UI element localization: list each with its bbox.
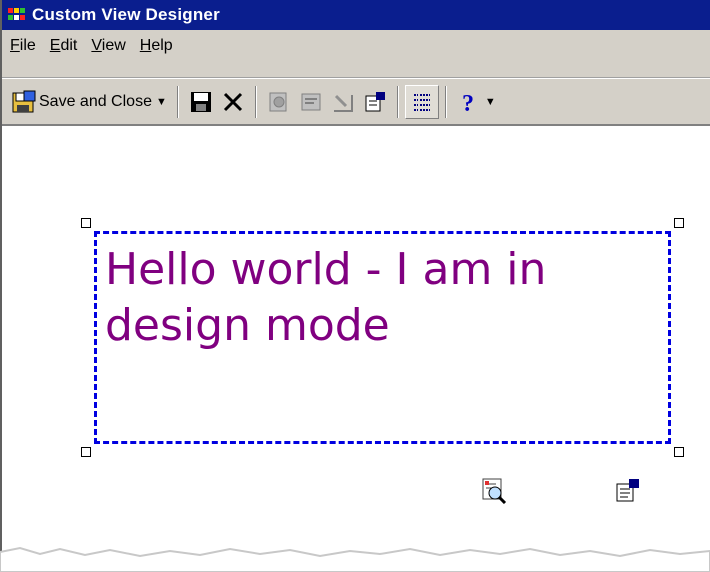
- save-and-close-button[interactable]: Save and Close ▼: [8, 85, 171, 119]
- properties-icon[interactable]: [614, 476, 639, 502]
- menu-bar: File Edit View Help: [2, 30, 710, 78]
- preview-button[interactable]: [263, 85, 295, 119]
- view-selector-button[interactable]: [295, 85, 327, 119]
- toolbar: Save and Close ▼ ? ▼: [2, 78, 710, 126]
- toolbar-separator: [176, 85, 179, 118]
- toolbar-separator: [254, 85, 257, 118]
- help-icon: ?: [457, 90, 481, 117]
- help-button[interactable]: ? ▼: [453, 85, 500, 119]
- menu-file-mnemonic: F: [10, 37, 20, 54]
- floppy-disk-icon: [189, 90, 213, 114]
- field-chooser-button[interactable]: [327, 85, 359, 119]
- resize-handle-top-left[interactable]: [81, 218, 91, 228]
- menu-edit-mnemonic: E: [49, 37, 61, 54]
- properties-button[interactable]: [359, 85, 391, 119]
- x-delete-icon: [221, 90, 245, 114]
- title-bar: Custom View Designer: [2, 0, 710, 30]
- label-control-text[interactable]: Hello world - I am in design mode: [105, 242, 665, 354]
- resize-handle-top-right[interactable]: [674, 218, 684, 228]
- menu-help-rest: elp: [151, 37, 173, 54]
- label-control-selection[interactable]: Hello world - I am in design mode: [94, 231, 671, 444]
- resize-handle-bottom-left[interactable]: [81, 447, 91, 457]
- preview-icon[interactable]: [480, 476, 507, 505]
- tab-order-button[interactable]: [404, 84, 439, 119]
- designer-window: Custom View Designer File Edit View Help…: [0, 0, 710, 555]
- menu-help[interactable]: Help: [134, 35, 179, 57]
- menu-edit-rest: dit: [60, 37, 78, 54]
- menu-file-rest: ile: [19, 37, 36, 54]
- save-and-close-icon: [12, 90, 36, 114]
- save-button[interactable]: [185, 85, 217, 119]
- toolbar-separator: [396, 85, 399, 118]
- menu-view-mnemonic: V: [91, 37, 102, 54]
- menu-view-rest: iew: [101, 37, 126, 54]
- torn-edge-decoration: [0, 546, 710, 572]
- save-and-close-label: Save and Close: [39, 92, 152, 110]
- preview-icon: [267, 90, 291, 114]
- delete-button[interactable]: [217, 85, 249, 119]
- tab-order-icon: [410, 90, 434, 114]
- chevron-down-icon[interactable]: ▼: [156, 96, 167, 108]
- chevron-down-icon[interactable]: ▼: [485, 96, 496, 108]
- app-icon: [8, 6, 26, 24]
- view-selector-icon: [299, 90, 323, 114]
- menu-view[interactable]: View: [85, 35, 131, 57]
- svg-text:?: ?: [462, 91, 474, 114]
- resize-handle-bottom-right[interactable]: [674, 447, 684, 457]
- design-canvas[interactable]: Hello world - I am in design mode: [2, 126, 710, 555]
- properties-icon: [363, 90, 387, 114]
- menu-edit[interactable]: Edit: [44, 35, 84, 57]
- menu-file[interactable]: File: [4, 35, 42, 57]
- window-title: Custom View Designer: [32, 5, 220, 24]
- field-chooser-icon: [331, 90, 355, 114]
- toolbar-separator: [444, 85, 447, 118]
- menu-help-mnemonic: H: [139, 37, 152, 54]
